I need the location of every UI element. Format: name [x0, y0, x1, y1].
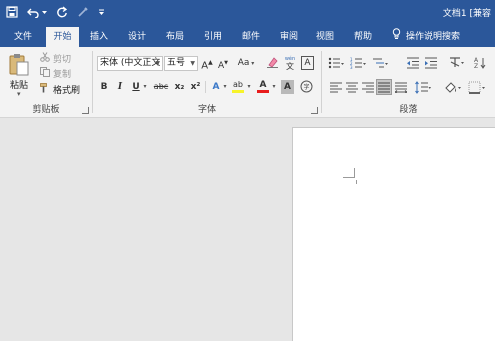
numbering-icon[interactable]: 123: [350, 57, 366, 69]
underline-button[interactable]: U: [130, 80, 142, 94]
scissors-icon: [40, 52, 50, 65]
undo-dropdown-icon[interactable]: [42, 3, 47, 21]
svg-text:3: 3: [350, 65, 353, 69]
undo-icon[interactable]: [27, 3, 41, 21]
paste-icon[interactable]: [8, 53, 30, 80]
shrink-font-button[interactable]: A▼: [217, 56, 229, 71]
align-right-icon[interactable]: [362, 82, 374, 93]
distributed-icon[interactable]: [395, 82, 407, 93]
divider: [205, 81, 206, 93]
customize-icon[interactable]: [98, 3, 105, 21]
chevron-down-icon: ▼: [155, 60, 160, 67]
shading-icon[interactable]: [443, 81, 461, 94]
format-painter-icon[interactable]: [77, 3, 89, 21]
tab-view[interactable]: 视图: [310, 28, 340, 47]
text-effects-dropdown-icon[interactable]: ▾: [222, 80, 228, 94]
font-color-button[interactable]: A: [256, 78, 270, 93]
asian-layout-icon[interactable]: [448, 56, 464, 69]
font-color-dropdown-icon[interactable]: ▾: [271, 80, 277, 94]
change-case-button[interactable]: Aa ▾: [235, 56, 257, 70]
align-left-icon[interactable]: [330, 82, 342, 93]
copy-icon: [40, 67, 50, 80]
tab-help[interactable]: 帮助: [348, 28, 378, 47]
svg-text:Z: Z: [474, 63, 478, 69]
redo-icon[interactable]: [56, 3, 68, 21]
enclose-characters-icon[interactable]: 字: [299, 80, 313, 94]
tab-design[interactable]: 设计: [122, 28, 152, 47]
format-painter-label: 格式刷: [53, 86, 81, 96]
underline-dropdown-icon[interactable]: ▾: [142, 80, 148, 94]
svg-text:字: 字: [303, 83, 309, 91]
clipboard-dialog-launcher[interactable]: [82, 107, 89, 114]
text-effects-button[interactable]: A: [209, 80, 223, 94]
italic-button[interactable]: I: [114, 80, 126, 94]
font-group: 宋体 (中文正文 ▼ 五号 ▼ A▲ A▼ Aa ▾ wén 文 A B I U …: [93, 47, 321, 118]
tell-me-label: 操作说明搜索: [406, 32, 461, 42]
tab-review[interactable]: 审阅: [274, 28, 304, 47]
tab-file[interactable]: 文件: [8, 28, 38, 47]
line-spacing-icon[interactable]: [415, 81, 431, 94]
clipboard-group-label: 剪贴板: [32, 105, 60, 115]
chevron-down-icon: ▼: [190, 60, 195, 67]
cut-label: 剪切: [53, 55, 72, 65]
highlight-button[interactable]: ab: [231, 78, 245, 93]
text-cursor: [356, 180, 357, 184]
font-dialog-launcher[interactable]: [311, 107, 318, 114]
sort-icon[interactable]: AZ: [474, 56, 492, 69]
copy-label: 复制: [53, 70, 72, 80]
bullets-icon[interactable]: [328, 57, 344, 69]
tab-references[interactable]: 引用: [198, 28, 228, 47]
save-icon[interactable]: [6, 3, 18, 21]
margin-corner-mark: [343, 168, 355, 178]
copy-button[interactable]: 复制: [40, 67, 71, 80]
bold-button[interactable]: B: [98, 80, 110, 94]
lightbulb-icon: [392, 27, 401, 48]
paragraph-group: 123 AZ 段落: [322, 47, 495, 118]
highlight-dropdown-icon[interactable]: ▾: [246, 80, 252, 94]
paintbrush-icon: [40, 83, 50, 96]
clipboard-group: 粘贴 ▾ 剪切 复制 格式刷 剪贴板: [0, 47, 92, 118]
paste-dropdown-icon[interactable]: ▾: [17, 90, 21, 98]
justify-button[interactable]: [376, 79, 392, 95]
grow-font-button[interactable]: A▲: [201, 56, 213, 71]
ribbon-tabs: 文件 开始 插入 设计 布局 引用 邮件 审阅 视图 帮助 操作说明搜索: [0, 24, 495, 47]
document-page[interactable]: [292, 127, 495, 341]
document-title: 文档1 [兼容: [442, 9, 491, 19]
ribbon: 粘贴 ▾ 剪切 复制 格式刷 剪贴板 宋体 (中文正文 ▼ 五号 ▼ A▲ A▼…: [0, 47, 495, 118]
char-shading-button[interactable]: A: [281, 80, 294, 94]
borders-icon[interactable]: [468, 81, 486, 94]
increase-indent-icon[interactable]: [424, 57, 438, 69]
tab-insert[interactable]: 插入: [84, 28, 114, 47]
superscript-button[interactable]: x²: [189, 80, 202, 94]
font-name-value: 宋体 (中文正文: [100, 58, 161, 68]
font-size-value: 五号: [167, 58, 186, 68]
font-name-combobox[interactable]: 宋体 (中文正文 ▼: [97, 56, 163, 71]
title-bar: 文档1 [兼容: [0, 0, 495, 24]
tab-mailings[interactable]: 邮件: [236, 28, 266, 47]
font-group-label: 字体: [197, 105, 216, 115]
tell-me-search[interactable]: 操作说明搜索: [392, 27, 461, 48]
paragraph-group-label: 段落: [399, 105, 418, 115]
justify-icon: [378, 82, 390, 93]
font-color-bar: [257, 90, 269, 93]
format-painter-button[interactable]: 格式刷: [40, 83, 80, 96]
tab-home[interactable]: 开始: [46, 27, 79, 47]
cut-button[interactable]: 剪切: [40, 52, 71, 65]
quick-access-toolbar: [6, 3, 105, 21]
clear-formatting-icon[interactable]: [265, 56, 279, 70]
phonetic-guide-button[interactable]: wén 文: [283, 55, 297, 71]
subscript-button[interactable]: x₂: [173, 80, 186, 94]
highlight-color-bar: [232, 90, 244, 93]
decrease-indent-icon[interactable]: [406, 57, 420, 69]
align-center-icon[interactable]: [346, 82, 358, 93]
tab-layout[interactable]: 布局: [160, 28, 190, 47]
strikethrough-button[interactable]: abc: [152, 80, 170, 94]
font-size-combobox[interactable]: 五号 ▼: [164, 56, 198, 71]
char-border-button[interactable]: A: [301, 56, 314, 70]
multilevel-list-icon[interactable]: [372, 57, 388, 69]
